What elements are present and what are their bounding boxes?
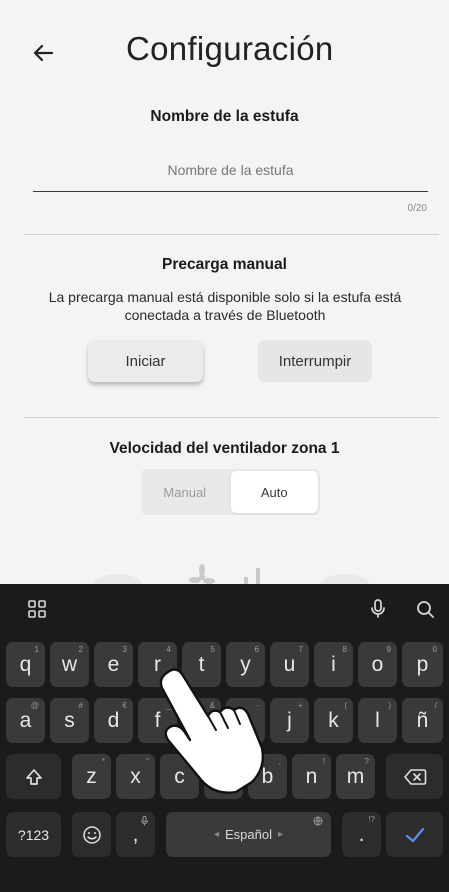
space-left-arrow-icon: ◂ — [213, 829, 219, 840]
key-p[interactable]: 0p — [402, 642, 443, 687]
key-m[interactable]: ? m — [336, 754, 375, 799]
enter-key[interactable] — [386, 812, 443, 857]
key-l[interactable]: ) l — [358, 698, 397, 743]
key-z[interactable]: * z — [72, 754, 111, 799]
shift-key[interactable] — [6, 754, 61, 799]
back-arrow-icon[interactable] — [28, 38, 58, 68]
start-button[interactable]: Iniciar — [88, 340, 203, 382]
spacebar[interactable]: ◂ Español ▸ — [166, 812, 331, 857]
space-right-arrow-icon: ▸ — [277, 829, 284, 840]
key-n[interactable]: ! n — [292, 754, 331, 799]
settings-screen: Configuración Nombre de la estufa 0/20 P… — [0, 0, 449, 584]
page-title: Configuración — [126, 30, 334, 67]
pointing-hand-cursor-icon — [159, 668, 265, 794]
emoji-icon — [82, 825, 101, 844]
fan-mode-manual-option[interactable]: Manual — [141, 469, 229, 515]
key-s[interactable]: # s — [50, 698, 89, 743]
interrupt-button[interactable]: Interrumpir — [258, 340, 372, 382]
shift-icon — [25, 768, 42, 785]
key-d[interactable]: € d — [94, 698, 133, 743]
globe-hint-icon — [313, 816, 323, 826]
key-e[interactable]: 3e — [94, 642, 133, 687]
manual-preload-heading: Precarga manual — [162, 256, 287, 273]
key-a[interactable]: @ a — [6, 698, 45, 743]
divider — [24, 417, 439, 418]
backspace-key[interactable] — [386, 754, 443, 799]
spacebar-label: Español — [225, 827, 272, 842]
backspace-icon — [403, 768, 426, 785]
symbols-key[interactable]: ?123 — [6, 812, 61, 857]
key-i[interactable]: 8i — [314, 642, 353, 687]
apps-grid-icon[interactable] — [26, 598, 48, 620]
key-u[interactable]: 7u — [270, 642, 309, 687]
manual-preload-description: La precarga manual está disponible solo … — [48, 289, 402, 323]
fan-speed-icons-peek — [93, 564, 370, 584]
period-key[interactable]: !? . — [342, 812, 381, 857]
period-label: . — [358, 822, 365, 846]
key-j[interactable]: + j — [270, 698, 309, 743]
search-icon[interactable] — [414, 598, 436, 620]
checkmark-icon — [405, 827, 424, 842]
fan-zone1-heading: Velocidad del ventilador zona 1 — [109, 440, 340, 457]
divider — [24, 234, 439, 235]
key-w[interactable]: 2w — [50, 642, 89, 687]
stove-name-heading: Nombre de la estufa — [150, 108, 299, 125]
mic-hint-icon — [141, 816, 148, 826]
key-o[interactable]: 9o — [358, 642, 397, 687]
microphone-icon[interactable] — [367, 598, 389, 620]
key-q[interactable]: 1q — [6, 642, 45, 687]
fan-mode-toggle: Manual Auto — [141, 469, 320, 515]
char-counter: 0/20 — [407, 203, 427, 214]
emoji-key[interactable] — [72, 812, 111, 857]
top-bar: Configuración — [0, 0, 449, 100]
key-n-tilde[interactable]: / ñ — [402, 698, 443, 743]
comma-key[interactable]: , — [116, 812, 155, 857]
fan-icon — [189, 564, 215, 584]
comma-label: , — [132, 822, 139, 846]
keyboard-toolbar — [0, 584, 449, 634]
fan-mode-auto-option[interactable]: Auto — [230, 471, 318, 513]
key-k[interactable]: (k — [314, 698, 353, 743]
stove-name-input[interactable] — [33, 148, 428, 192]
